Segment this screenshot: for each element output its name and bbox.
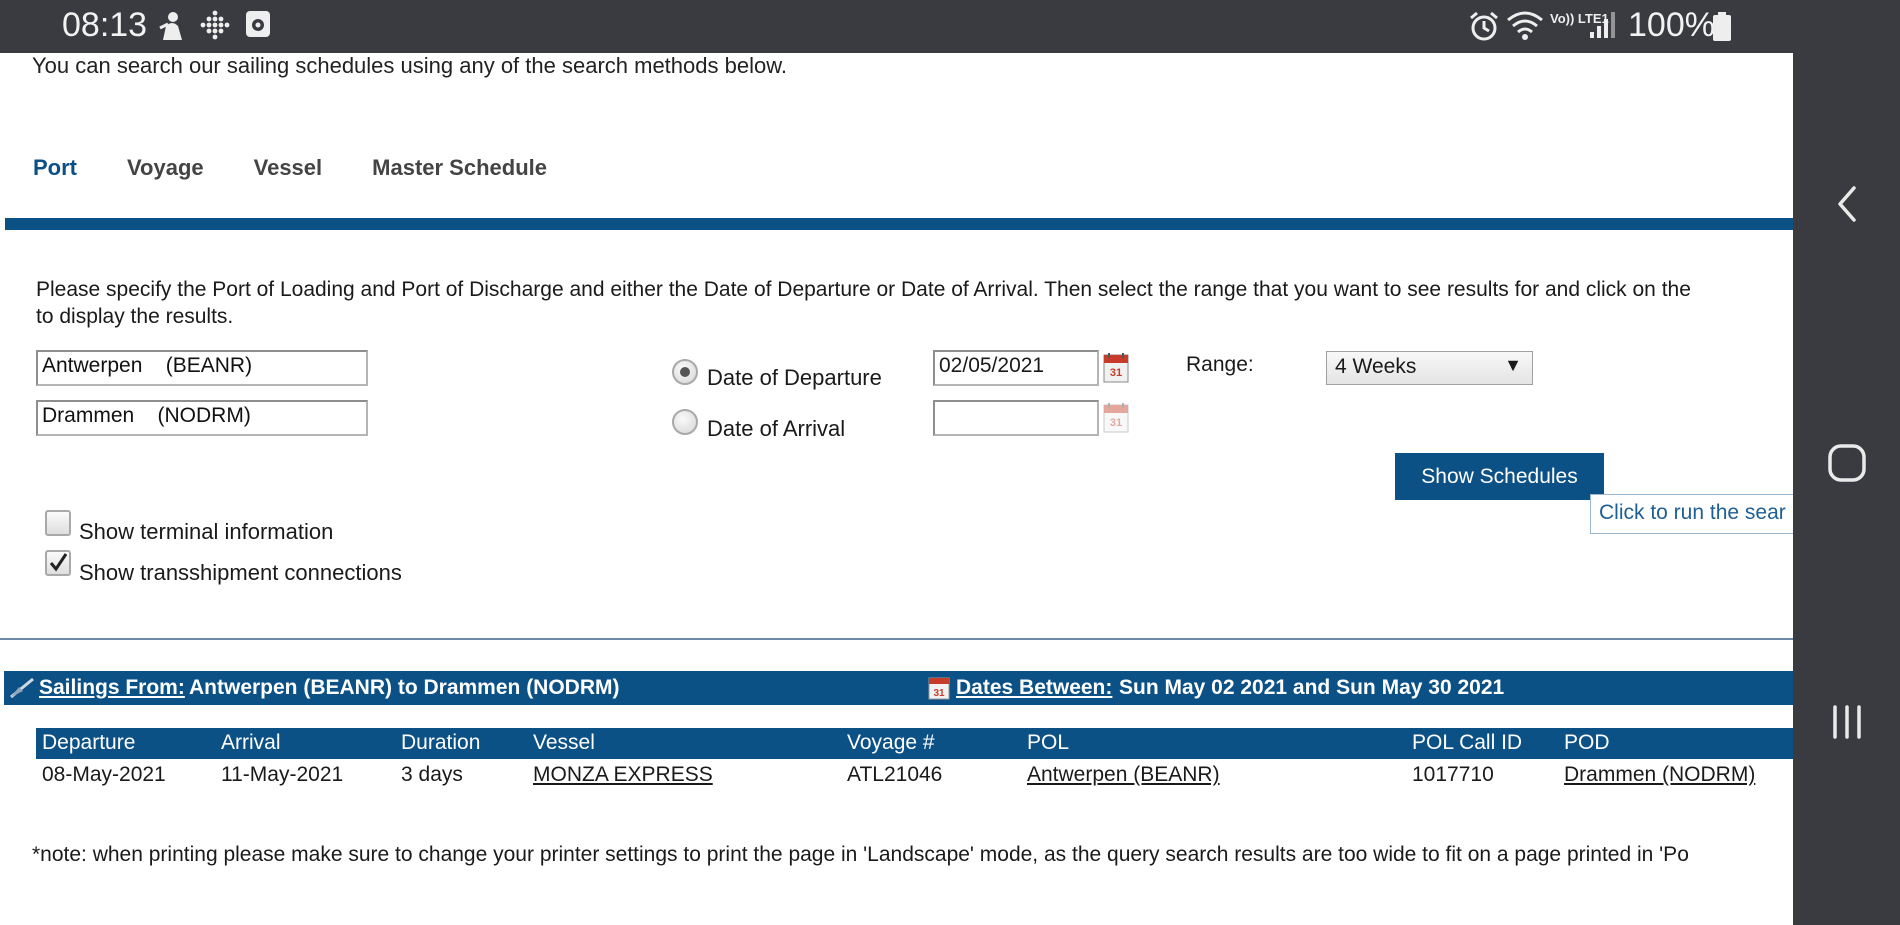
range-select[interactable]: 4 Weeks ▼: [1326, 351, 1533, 385]
range-selected-value: 4 Weeks: [1335, 355, 1417, 378]
svg-text:31: 31: [933, 688, 945, 699]
person-notification-icon: [158, 10, 186, 47]
wifi-icon: [1506, 10, 1544, 47]
date-of-arrival-radio[interactable]: [672, 409, 698, 435]
arrival-date-input[interactable]: [933, 400, 1099, 436]
date-of-arrival-label: Date of Arrival: [707, 416, 846, 441]
printing-note: *note: when printing please make sure to…: [32, 843, 1689, 866]
col-duration: Duration: [401, 731, 481, 754]
dates-between-value: Sun May 02 2021 and Sun May 30 2021: [1119, 676, 1505, 699]
col-vessel: Vessel: [533, 731, 595, 754]
dotted-grid-icon: [200, 10, 230, 45]
show-terminal-label: Show terminal information: [79, 519, 334, 544]
col-voyage: Voyage #: [847, 731, 935, 754]
col-pod: POD: [1564, 731, 1610, 754]
departure-calendar-icon[interactable]: 31: [1103, 352, 1129, 384]
search-method-tabs: Port Voyage Vessel Master Schedule: [33, 155, 597, 181]
battery-icon: [1712, 12, 1732, 47]
show-transshipment-label: Show transshipment connections: [79, 560, 402, 585]
recents-icon[interactable]: [1813, 688, 1881, 756]
show-schedules-button[interactable]: Show Schedules: [1395, 453, 1604, 500]
ship-icon: [9, 677, 35, 705]
alarm-icon: [1468, 10, 1500, 47]
svg-text:31: 31: [1110, 367, 1122, 379]
section-divider: [0, 638, 1793, 640]
col-pol-call-id: POL Call ID: [1412, 731, 1523, 754]
status-time: 08:13: [62, 6, 148, 44]
results-summary-bar: Sailings From: Antwerpen (BEANR) to Dram…: [4, 671, 1793, 705]
sailings-from-link[interactable]: Sailings From:: [39, 676, 185, 700]
cell-vessel-link[interactable]: MONZA EXPRESS: [533, 763, 713, 787]
tab-master-schedule[interactable]: Master Schedule: [372, 155, 547, 181]
dates-between-link[interactable]: Dates Between:: [956, 676, 1112, 700]
port-of-loading-input[interactable]: Antwerpen (BEANR): [36, 350, 368, 386]
table-row: 08-May-2021 11-May-2021 3 days MONZA EXP…: [36, 760, 1793, 794]
cell-pol-call-id: 1017710: [1412, 763, 1494, 786]
show-terminal-checkbox[interactable]: [45, 510, 71, 536]
instructions-text: Please specify the Port of Loading and P…: [36, 276, 1793, 330]
show-transshipment-checkbox[interactable]: [45, 550, 71, 576]
cell-voyage: ATL21046: [847, 763, 943, 786]
range-label: Range:: [1186, 353, 1254, 376]
sailings-from-value: Antwerpen (BEANR) to Drammen (NODRM): [189, 676, 620, 699]
status-bar: 08:13 Vo)) LTE1 100%: [0, 0, 1793, 53]
schedule-search-page: You can search our sailing schedules usi…: [0, 53, 1793, 925]
results-table-header: Departure Arrival Duration Vessel Voyage…: [36, 728, 1793, 759]
tab-port[interactable]: Port: [33, 155, 77, 181]
col-arrival: Arrival: [221, 731, 281, 754]
show-schedules-tooltip: Click to run the sear: [1590, 494, 1793, 534]
navigation-bar: [1793, 0, 1900, 925]
intro-text: You can search our sailing schedules usi…: [32, 53, 787, 78]
back-icon[interactable]: [1813, 170, 1881, 238]
battery-percent: 100%: [1628, 6, 1715, 44]
checkmark-icon: [49, 553, 68, 572]
col-pol: POL: [1027, 731, 1070, 754]
media-notification-icon: [245, 10, 271, 43]
tab-vessel[interactable]: Vessel: [254, 155, 323, 181]
cell-pol-link[interactable]: Antwerpen (BEANR): [1027, 763, 1220, 787]
svg-text:31: 31: [1110, 417, 1122, 429]
tab-divider: [5, 218, 1793, 230]
col-departure: Departure: [42, 731, 136, 754]
home-icon[interactable]: [1813, 429, 1881, 497]
radio-selected-dot: [680, 367, 690, 377]
instructions-line-2: to display the results.: [36, 305, 234, 328]
signal-icon: [1588, 10, 1618, 45]
cell-duration: 3 days: [401, 763, 463, 786]
cell-departure: 08-May-2021: [42, 763, 166, 786]
dropdown-arrow-icon: ▼: [1504, 355, 1522, 375]
arrival-calendar-icon[interactable]: 31: [1103, 402, 1129, 434]
date-of-departure-radio[interactable]: [672, 359, 698, 385]
calendar-icon: 31: [928, 676, 950, 706]
departure-date-input[interactable]: 02/05/2021: [933, 350, 1099, 386]
tab-voyage[interactable]: Voyage: [127, 155, 204, 181]
date-of-departure-label: Date of Departure: [707, 365, 882, 390]
cell-arrival: 11-May-2021: [221, 763, 344, 786]
port-of-discharge-input[interactable]: Drammen (NODRM): [36, 400, 368, 436]
cell-pod-link[interactable]: Drammen (NODRM): [1564, 763, 1755, 787]
instructions-line-1: Please specify the Port of Loading and P…: [36, 278, 1691, 301]
